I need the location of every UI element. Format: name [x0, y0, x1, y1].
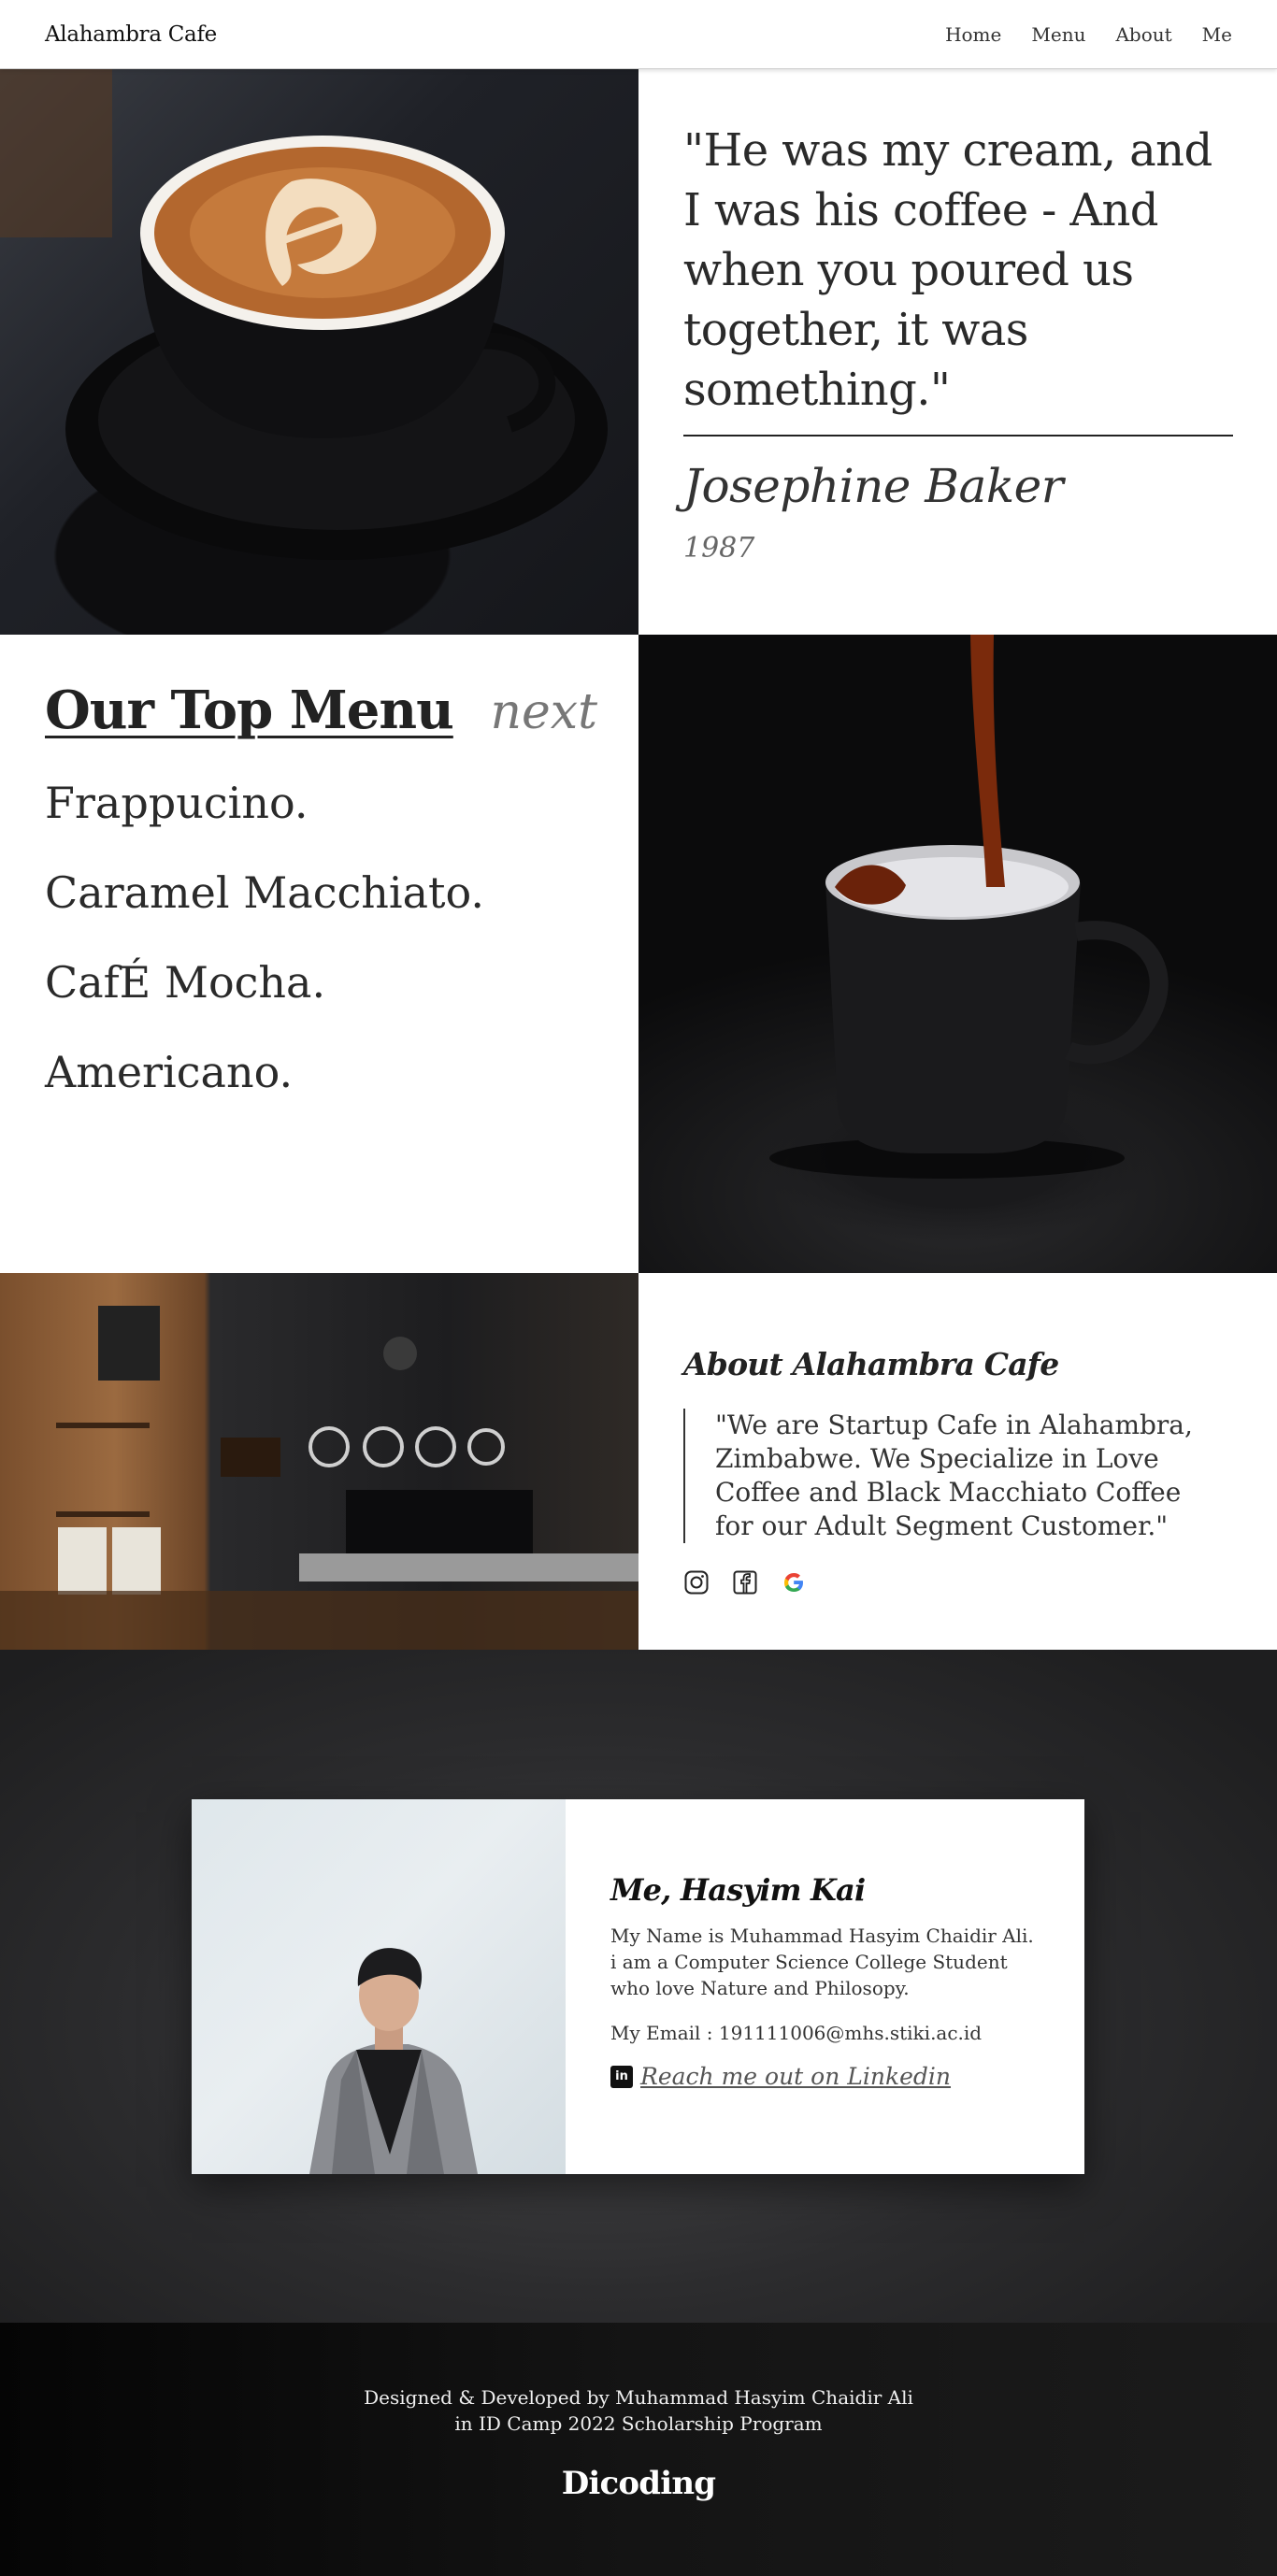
profile-section: Me, Hasyim Kai My Name is Muhammad Hasyi…: [0, 1650, 1277, 2323]
google-icon[interactable]: [781, 1569, 807, 1596]
linkedin-link[interactable]: Reach me out on Linkedin: [640, 2063, 951, 2090]
cafe-interior-image: [0, 1273, 638, 1650]
dicoding-logo: Dicoding: [561, 2465, 716, 2502]
instagram-icon[interactable]: [683, 1569, 710, 1596]
footer-credit-line2: in ID Camp 2022 Scholarship Program: [454, 2412, 823, 2435]
facebook-icon[interactable]: [732, 1569, 758, 1596]
menu-item: Americano.: [45, 1047, 294, 1097]
menu-item: CafÉ Mocha.: [45, 957, 326, 1008]
quote-year: 1987: [683, 532, 755, 565]
quote-section: "He was my cream, and I was his coffee -…: [0, 69, 1277, 635]
menu-list: Frappucino. Caramel Macchiato. CafÉ Moch…: [45, 773, 597, 1132]
nav-home-link[interactable]: Home: [945, 23, 1001, 46]
profile-photo: [192, 1799, 566, 2174]
navbar: Alahambra Cafe Home Menu About Me: [0, 0, 1277, 69]
about-panel: About Alahambra Cafe "We are Startup Caf…: [638, 1273, 1277, 1650]
nav-links: Home Menu About Me: [945, 23, 1232, 46]
menu-header: Our Top Menu next: [45, 680, 597, 741]
cafe-interior-illustration: [0, 1306, 638, 1650]
footer: Designed & Developed by Muhammad Hasyim …: [0, 2323, 1277, 2576]
about-section: About Alahambra Cafe "We are Startup Caf…: [0, 1273, 1277, 1650]
profile-person-illustration: [309, 1948, 478, 2174]
latte-cup-illustration: [0, 69, 608, 560]
menu-section: Our Top Menu next Frappucino. Caramel Ma…: [0, 635, 1277, 1273]
profile-name: Me, Hasyim Kai: [610, 1872, 866, 1908]
nav-me-link[interactable]: Me: [1202, 23, 1232, 46]
profile-body: Me, Hasyim Kai My Name is Muhammad Hasyi…: [566, 1799, 1085, 2174]
social-links: [683, 1569, 1232, 1596]
menu-panel: Our Top Menu next Frappucino. Caramel Ma…: [0, 635, 638, 1273]
linkedin-row: in Reach me out on Linkedin: [610, 2063, 1040, 2090]
latte-cup-image: [0, 69, 638, 635]
about-quote: "We are Startup Cafe in Alahambra, Zimba…: [683, 1409, 1226, 1543]
quote-author: Josephine Baker: [683, 459, 1064, 513]
about-title: About Alahambra Cafe: [683, 1346, 1059, 1382]
quote-text: "He was my cream, and I was his coffee -…: [683, 124, 1212, 416]
profile-email: My Email : 191111006@mhs.stiki.ac.id: [610, 2022, 983, 2044]
quote-panel: "He was my cream, and I was his coffee -…: [638, 69, 1277, 635]
footer-credit-line1: Designed & Developed by Muhammad Hasyim …: [364, 2386, 913, 2409]
brand-link[interactable]: Alahambra Cafe: [45, 22, 217, 47]
nav-menu-link[interactable]: Menu: [1031, 23, 1085, 46]
quote-divider: [683, 435, 1233, 436]
nav-about-link[interactable]: About: [1115, 23, 1171, 46]
profile-description: My Name is Muhammad Hasyim Chaidir Ali. …: [610, 1925, 1034, 1999]
coffee-pour-illustration: [769, 635, 1169, 1179]
profile-card: Me, Hasyim Kai My Name is Muhammad Hasyi…: [192, 1799, 1084, 2174]
menu-title: Our Top Menu: [45, 680, 454, 741]
menu-item: Caramel Macchiato.: [45, 867, 485, 918]
menu-item: Frappucino.: [45, 778, 308, 828]
linkedin-icon: in: [610, 2065, 633, 2088]
coffee-pour-image: [638, 635, 1277, 1273]
menu-next-link[interactable]: next: [491, 684, 598, 740]
